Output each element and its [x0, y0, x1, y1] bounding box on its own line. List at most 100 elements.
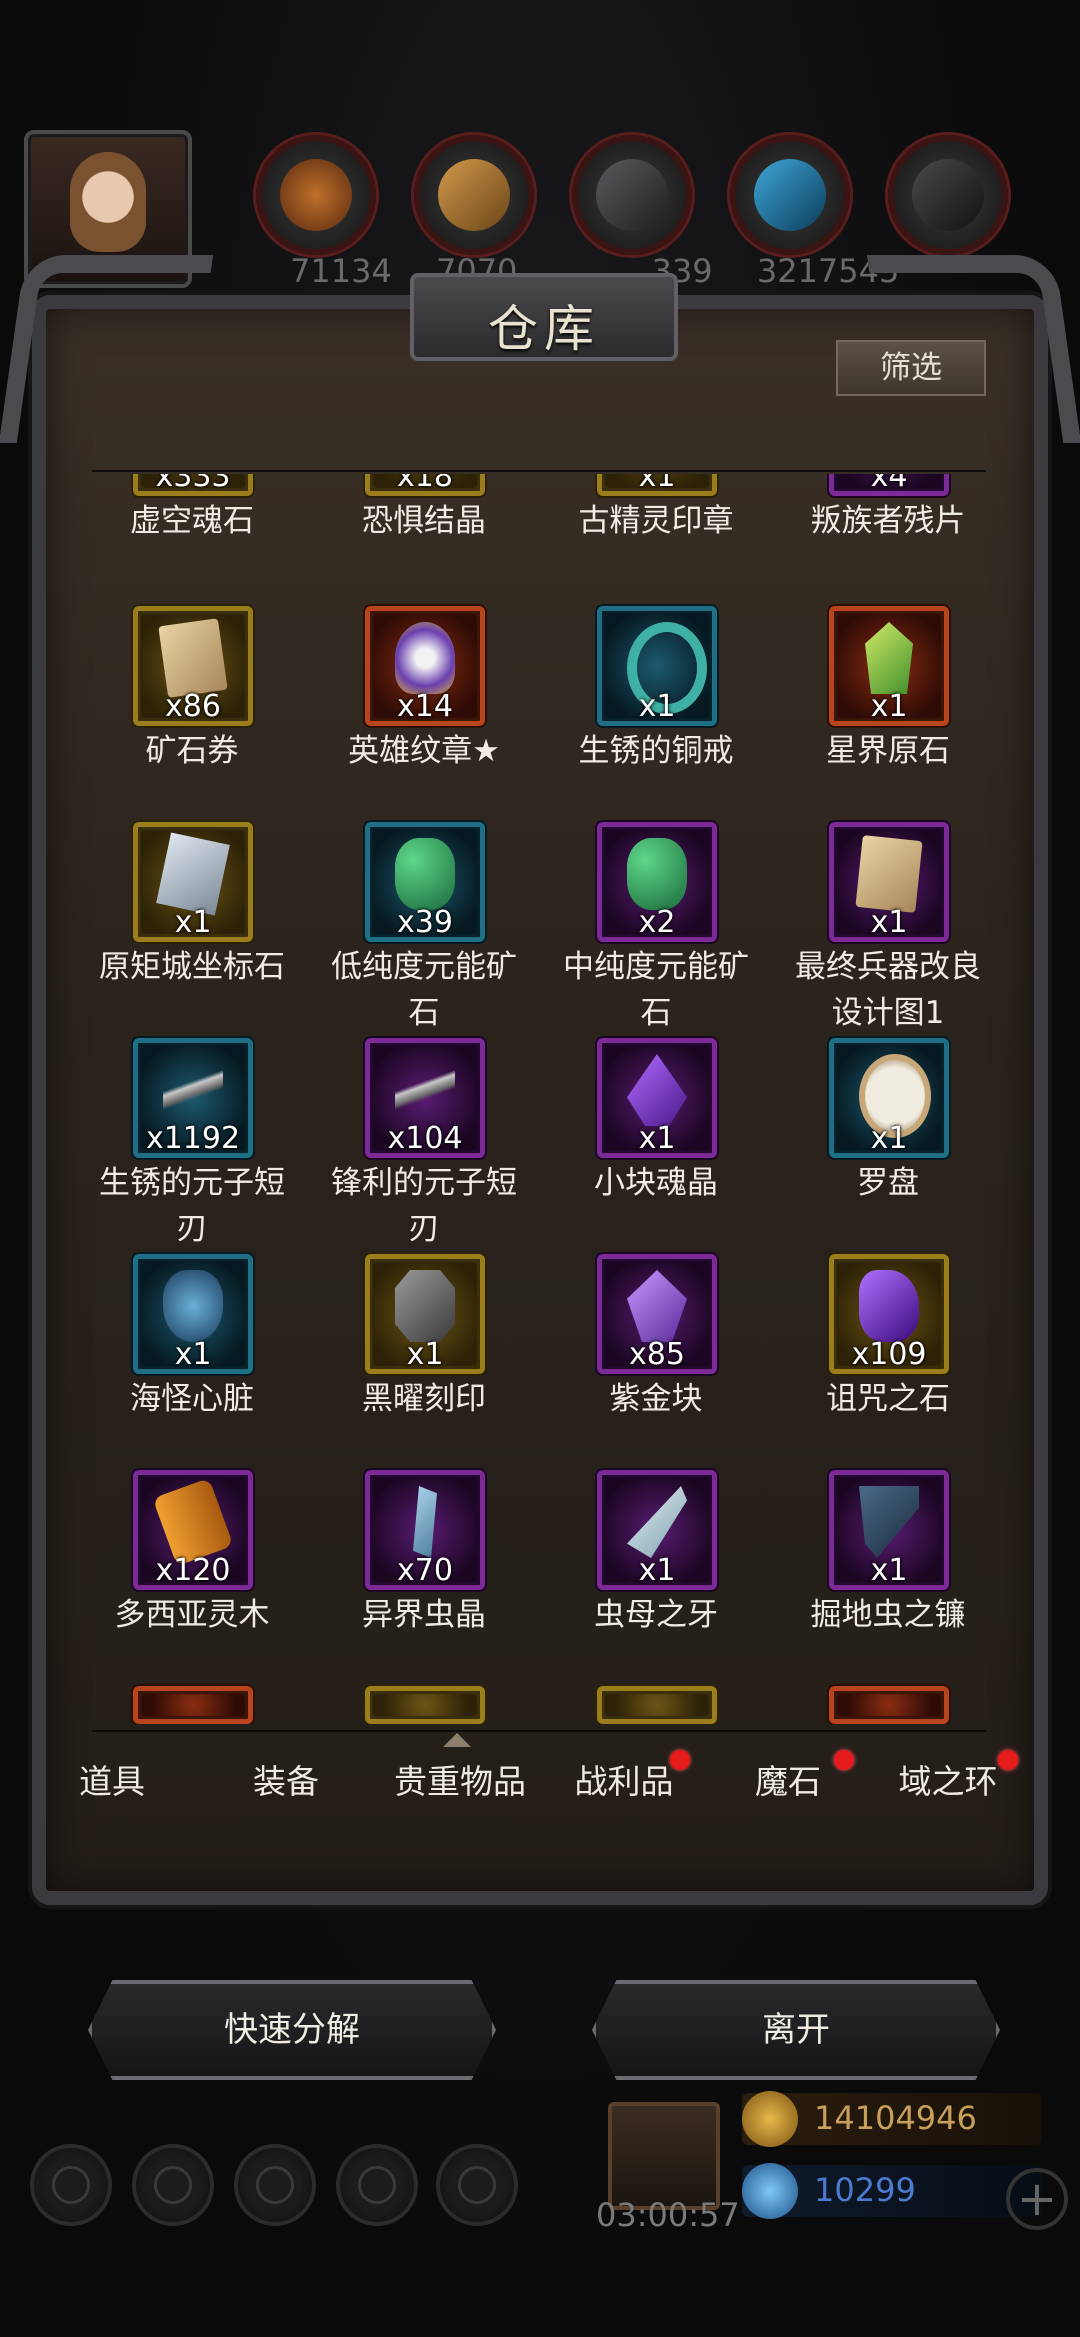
item-count: x1: [174, 905, 212, 940]
settings-icon[interactable]: [30, 2144, 112, 2226]
item-name: 海怪心脏: [130, 1381, 254, 1417]
tab-label: 魔石: [755, 1762, 821, 1801]
panel-title: 仓库: [488, 300, 600, 358]
item-cell[interactable]: x2 中纯度元能矿石: [554, 822, 784, 1032]
shop-icon[interactable]: [436, 2144, 518, 2226]
item-count: x1: [638, 689, 676, 724]
item-cell[interactable]: x1 黑曜刻印: [322, 1254, 552, 1464]
item-slot[interactable]: x1: [597, 1038, 717, 1158]
item-cell[interactable]: x1 最终兵器改良设计图1: [786, 822, 990, 1032]
item-cell[interactable]: [322, 1686, 552, 1724]
item-cell[interactable]: [786, 1686, 990, 1724]
item-name: 异界虫晶: [362, 1597, 486, 1633]
mail-icon[interactable]: [336, 2144, 418, 2226]
item-name: 紫金块: [609, 1381, 703, 1417]
item-cell[interactable]: x39 低纯度元能矿石: [322, 822, 552, 1032]
codex-icon[interactable]: [234, 2144, 316, 2226]
title-plate: 仓库: [410, 273, 678, 361]
ornament-left: [0, 255, 214, 443]
item-slot[interactable]: x104: [365, 1038, 485, 1158]
item-slot[interactable]: [829, 1686, 949, 1724]
item-slot[interactable]: x18: [365, 474, 485, 496]
item-name: 多西亚灵木: [114, 1597, 270, 1633]
item-cell[interactable]: x1 虫母之牙: [554, 1470, 784, 1680]
item-count: x70: [397, 1553, 453, 1588]
item-name: 虫母之牙: [594, 1597, 718, 1633]
item-cell[interactable]: x14 英雄纹章★: [322, 606, 552, 816]
item-cell[interactable]: x1 生锈的铜戒: [554, 606, 784, 816]
item-slot[interactable]: x1: [829, 1038, 949, 1158]
item-slot[interactable]: [365, 1686, 485, 1724]
item-slot[interactable]: x120: [133, 1470, 253, 1590]
item-slot[interactable]: x1: [133, 1254, 253, 1374]
item-cell[interactable]: x1 星界原石: [786, 606, 990, 816]
item-slot[interactable]: x1: [597, 1470, 717, 1590]
tab-valuables[interactable]: 贵重物品: [380, 1732, 540, 1832]
green-ore-icon: [627, 838, 687, 910]
item-cell[interactable]: x120 多西亚灵木: [90, 1470, 320, 1680]
item-slot[interactable]: x1: [133, 822, 253, 942]
item-slot[interactable]: x14: [365, 606, 485, 726]
item-name: 诅咒之石: [826, 1381, 950, 1417]
item-slot[interactable]: x2: [597, 822, 717, 942]
item-slot[interactable]: x1: [597, 606, 717, 726]
item-slot[interactable]: x1192: [133, 1038, 253, 1158]
item-cell[interactable]: x1 罗盘: [786, 1038, 990, 1248]
tab-equipment[interactable]: 装备: [206, 1732, 366, 1832]
gold-currency: 14104946: [742, 2091, 1042, 2147]
item-count: x1: [870, 1121, 908, 1156]
item-slot[interactable]: x1: [829, 1470, 949, 1590]
tab-domain-ring[interactable]: 域之环: [868, 1732, 1028, 1832]
achievement-icon[interactable]: [132, 2144, 214, 2226]
quick-decompose-button[interactable]: 快速分解: [88, 1980, 496, 2080]
item-slot[interactable]: x1: [829, 606, 949, 726]
item-cell[interactable]: x1 海怪心脏: [90, 1254, 320, 1464]
item-cell[interactable]: x70 异界虫晶: [322, 1470, 552, 1680]
item-slot[interactable]: x70: [365, 1470, 485, 1590]
chest-timer: 03:00:57: [596, 2196, 740, 2234]
item-cell[interactable]: x1 掘地虫之镰: [786, 1470, 990, 1680]
item-cell[interactable]: x86 矿石券: [90, 606, 320, 816]
item-count: x109: [851, 1337, 927, 1372]
item-count: x1: [870, 689, 908, 724]
tab-magic-stone[interactable]: 魔石: [708, 1732, 868, 1832]
item-cell[interactable]: x109 诅咒之石: [786, 1254, 990, 1464]
green-ore-icon: [395, 838, 455, 910]
item-cell[interactable]: x1 小块魂晶: [554, 1038, 784, 1248]
item-slot[interactable]: [597, 1686, 717, 1724]
leave-button[interactable]: 离开: [592, 1980, 1000, 2080]
item-cell[interactable]: x85 紫金块: [554, 1254, 784, 1464]
black-ore-icon[interactable]: [888, 135, 1008, 255]
item-slot[interactable]: x39: [365, 822, 485, 942]
item-slot[interactable]: x4: [829, 474, 949, 496]
item-cell[interactable]: [554, 1686, 784, 1724]
wood-plank-icon[interactable]: [414, 135, 534, 255]
gift-chest-icon[interactable]: [608, 2102, 720, 2210]
item-cell[interactable]: x1 原矩城坐标石: [90, 822, 320, 1032]
item-slot[interactable]: x86: [133, 606, 253, 726]
iron-ingot-icon[interactable]: [572, 135, 692, 255]
item-name: 矿石券: [145, 733, 239, 769]
item-slot[interactable]: x333: [133, 474, 253, 496]
tab-loot[interactable]: 战利品: [544, 1732, 704, 1832]
item-slot[interactable]: x85: [597, 1254, 717, 1374]
item-slot[interactable]: x1: [829, 822, 949, 942]
item-count: x1: [870, 1553, 908, 1588]
item-cell[interactable]: x1192 生锈的元子短刃: [90, 1038, 320, 1248]
item-slot[interactable]: [133, 1686, 253, 1724]
copper-ore-icon[interactable]: [256, 135, 376, 255]
tab-items[interactable]: 道具: [32, 1732, 192, 1832]
item-cell[interactable]: x104 锋利的元子短刃: [322, 1038, 552, 1248]
item-cell[interactable]: [90, 1686, 320, 1724]
item-slot[interactable]: x1: [365, 1254, 485, 1374]
tab-label: 域之环: [898, 1762, 998, 1801]
item-slot[interactable]: x1: [597, 474, 717, 496]
filter-button[interactable]: 筛选: [836, 340, 986, 396]
item-grid: x333 虚空魂石 x18 恐惧结晶 x1 古精灵印章 x4 叛族者残片 x86 矿石券 x14 英雄…: [90, 474, 990, 1724]
slot-background: [605, 1694, 709, 1716]
item-name: 恐惧结晶: [362, 503, 486, 539]
item-name: 原矩城坐标石: [99, 949, 285, 985]
item-slot[interactable]: x109: [829, 1254, 949, 1374]
blue-crystal-icon[interactable]: [730, 135, 850, 255]
add-currency-button[interactable]: +: [1006, 2168, 1068, 2230]
